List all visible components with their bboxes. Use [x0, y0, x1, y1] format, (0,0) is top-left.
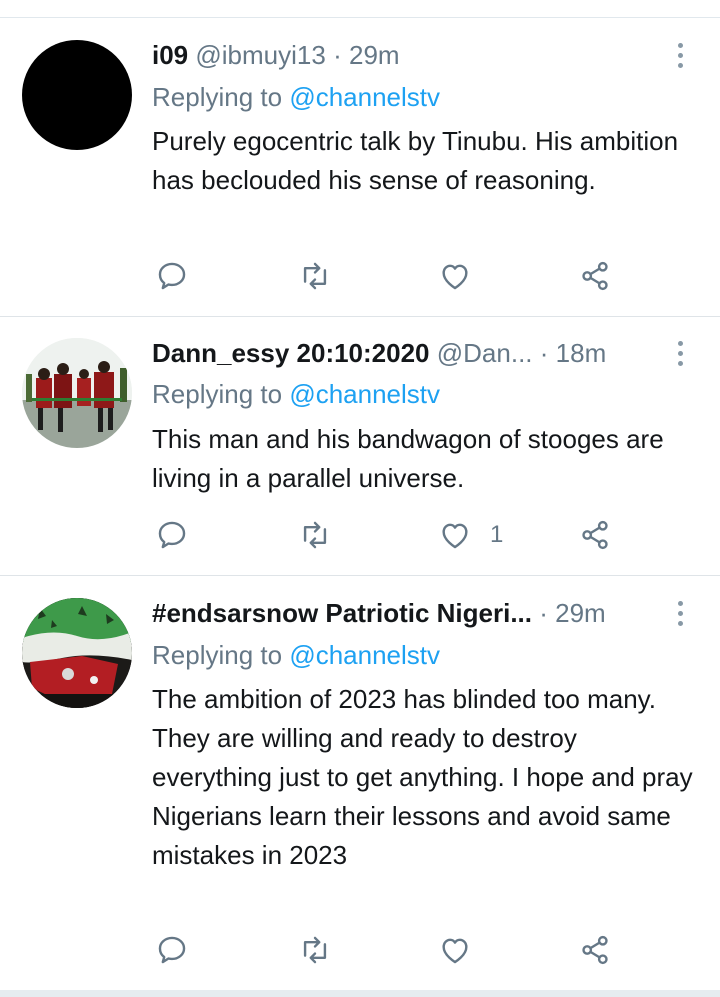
reply-button[interactable] [155, 256, 189, 296]
replying-to: Replying to @channelstv [152, 77, 440, 117]
replying-to-mention[interactable]: @channelstv [289, 82, 440, 112]
retweet-button[interactable] [298, 515, 332, 555]
replying-to-mention[interactable]: @channelstv [289, 640, 440, 670]
display-name[interactable]: i09 [152, 40, 188, 70]
retweet-icon [303, 936, 327, 964]
share-button[interactable] [578, 515, 612, 555]
display-name[interactable]: #endsarsnow Patriotic Nigeri... [152, 598, 532, 628]
tweet-divider [0, 316, 720, 317]
like-icon [442, 523, 468, 549]
like-button[interactable] [438, 256, 490, 296]
avatar[interactable] [22, 40, 132, 150]
replying-to-prefix: Replying to [152, 379, 283, 409]
like-icon [442, 264, 468, 290]
tweet-text: This man and his bandwagon of stooges ar… [152, 424, 664, 493]
tweet-actions [0, 256, 720, 296]
more-options-icon[interactable] [668, 333, 692, 373]
replying-to: Replying to @channelstv [152, 635, 440, 675]
timestamp[interactable]: 18m [556, 338, 607, 368]
share-icon [582, 261, 608, 291]
like-button[interactable]: 1 [438, 515, 503, 555]
like-count: 1 [490, 521, 504, 548]
share-icon [582, 520, 608, 550]
reply-icon [158, 262, 186, 290]
tweet-text: Purely egocentric talk by Tinubu. His am… [152, 126, 679, 195]
separator-dot: · [539, 598, 548, 628]
replying-to-prefix: Replying to [152, 640, 283, 670]
replying-to-prefix: Replying to [152, 82, 283, 112]
retweet-button[interactable] [298, 930, 332, 970]
avatar[interactable] [22, 338, 132, 448]
replying-to-mention[interactable]: @channelstv [289, 379, 440, 409]
share-button[interactable] [578, 930, 612, 970]
tweet-actions [0, 930, 720, 970]
top-divider [0, 17, 720, 18]
display-name[interactable]: Dann_essy 20:10:2020 [152, 338, 430, 368]
replying-to: Replying to @channelstv [152, 374, 440, 414]
username-handle[interactable]: @ibmuyi13 [195, 40, 325, 70]
timestamp[interactable]: 29m [555, 598, 606, 628]
tweet-header: #endsarsnow Patriotic Nigeri... · 29m [152, 593, 606, 633]
reply-button[interactable] [155, 515, 189, 555]
like-button[interactable] [438, 930, 490, 970]
avatar[interactable] [22, 598, 132, 708]
avatar-photo [22, 598, 132, 708]
share-icon [582, 935, 608, 965]
reply-icon [158, 936, 186, 964]
timestamp[interactable]: 29m [349, 40, 400, 70]
avatar-photo [22, 338, 132, 448]
retweet-icon [303, 521, 327, 549]
more-options-icon[interactable] [668, 35, 692, 75]
retweet-button[interactable] [298, 256, 332, 296]
more-options-icon[interactable] [668, 593, 692, 633]
separator-dot: · [539, 338, 549, 368]
tweet-header: i09 @ibmuyi13 · 29m [152, 35, 400, 75]
reply-icon [158, 521, 186, 549]
tweet-header: Dann_essy 20:10:2020 @Dan... · 18m [152, 333, 606, 373]
like-icon [442, 938, 468, 964]
tweet-actions: 1 [0, 515, 720, 555]
reply-button[interactable] [155, 930, 189, 970]
username-handle[interactable]: @Dan... [437, 338, 533, 368]
tweet-divider [0, 575, 720, 576]
separator-dot: · [333, 40, 342, 70]
bottom-divider [0, 990, 720, 997]
share-button[interactable] [578, 256, 612, 296]
retweet-icon [303, 262, 327, 290]
tweet-text: The ambition of 2023 has blinded too man… [152, 684, 693, 870]
